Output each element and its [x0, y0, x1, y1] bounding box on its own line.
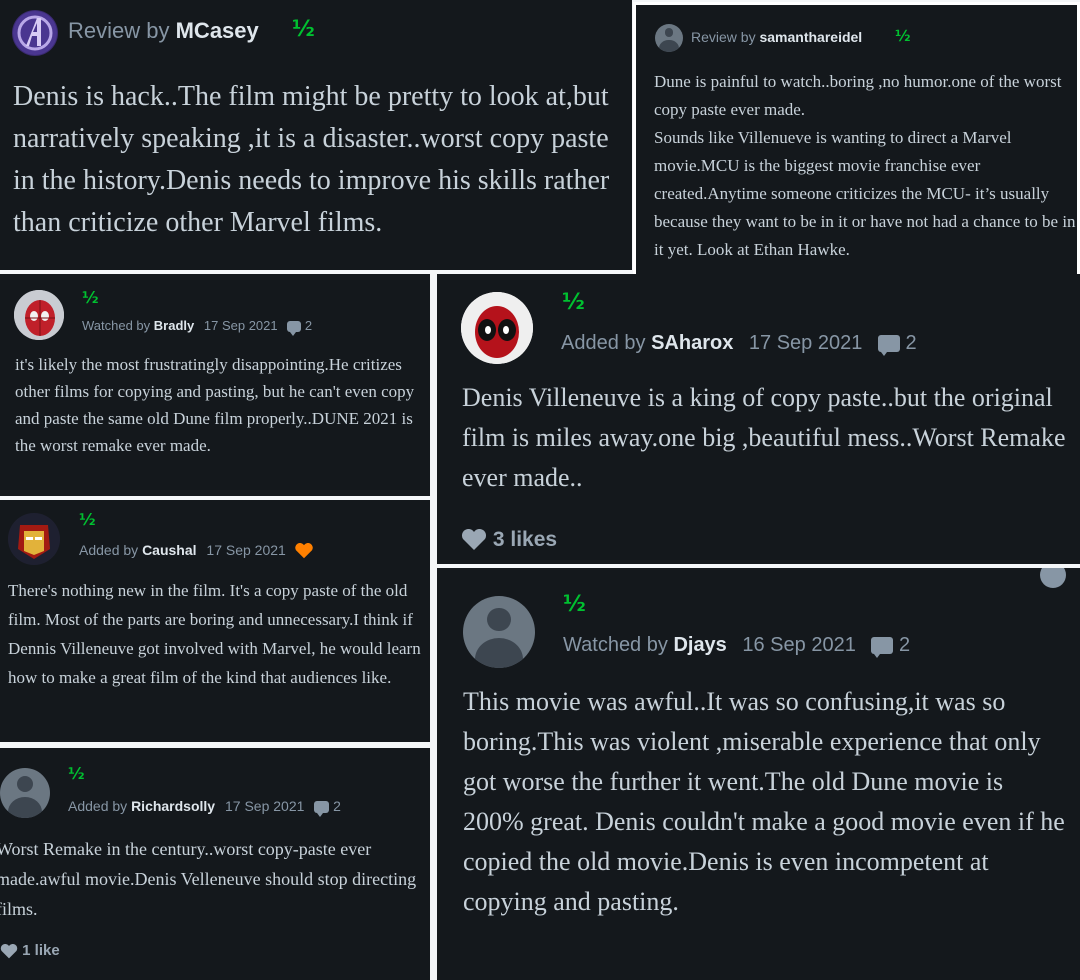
review-text: Dune is painful to watch..boring ,no hum…	[654, 72, 1076, 259]
username-link[interactable]: SAharox	[651, 332, 733, 354]
byline-prefix: Added by	[79, 542, 139, 558]
review-byline: Added by Caushal 17 Sep 2021	[79, 542, 314, 559]
username-link[interactable]: Bradly	[154, 318, 194, 333]
rating: ½	[563, 592, 586, 617]
review-date[interactable]: 17 Sep 2021	[206, 542, 285, 558]
rating: ½	[292, 17, 315, 42]
review-card-djays: ½ Watched by Djays 16 Sep 2021 2 This mo…	[437, 568, 1080, 980]
review-card-richardsolly: ½ Added by Richardsolly 17 Sep 2021 2 Wo…	[0, 748, 430, 980]
review-text: Worst Remake in the century..worst copy-…	[0, 839, 417, 919]
review-text: There's nothing new in the film. It's a …	[8, 581, 421, 687]
comment-icon[interactable]	[871, 637, 894, 659]
review-byline: Watched by Bradly 17 Sep 2021 2	[82, 318, 312, 337]
rating: ½	[562, 290, 585, 315]
likes-label: 1 like	[22, 942, 60, 959]
review-text: This movie was awful..It was so confusin…	[463, 687, 1065, 916]
avatar-caushal[interactable]	[8, 513, 60, 565]
likes-count[interactable]: 3 likes	[461, 528, 557, 552]
rating: ½	[82, 288, 99, 307]
review-byline: Review by samanthareidel	[691, 29, 862, 45]
heart-icon[interactable]	[461, 529, 487, 551]
comment-icon[interactable]	[877, 335, 900, 357]
username-link[interactable]: MCasey	[176, 18, 259, 43]
comment-icon[interactable]	[314, 801, 330, 818]
review-card-saharox: ½ Added by SAharox 17 Sep 2021 2 Denis V…	[437, 274, 1080, 564]
heart-icon[interactable]	[0, 943, 18, 959]
review-text: Denis is hack..The film might be pretty …	[13, 81, 610, 238]
scroll-handle-icon[interactable]	[1040, 568, 1066, 588]
review-date[interactable]: 17 Sep 2021	[225, 798, 304, 814]
review-card-samanthareidel: Review by samanthareidel ½ Dune is painf…	[633, 2, 1080, 316]
comment-icon[interactable]	[287, 321, 302, 337]
avatar-bradly[interactable]	[14, 290, 64, 340]
likes-count[interactable]: 1 like	[0, 942, 60, 959]
ironman-avatar-icon	[8, 513, 60, 565]
byline-prefix: Watched by	[82, 318, 151, 333]
byline-prefix: Review by	[68, 18, 170, 43]
byline-prefix: Review by	[691, 29, 756, 45]
deadpool-avatar-icon	[461, 292, 533, 364]
review-date[interactable]: 17 Sep 2021	[749, 332, 862, 354]
review-date[interactable]: 16 Sep 2021	[742, 634, 855, 656]
review-byline: Added by SAharox 17 Sep 2021 2	[561, 332, 917, 357]
spiderman-avatar-icon	[14, 290, 64, 340]
avengers-logo-icon	[13, 11, 57, 55]
avatar-saharox[interactable]	[461, 292, 533, 364]
review-card-bradly: ½ Watched by Bradly 17 Sep 2021 2 it's l…	[0, 274, 430, 496]
review-text: it's likely the most frustratingly disap…	[15, 355, 415, 455]
avatar-mcasey[interactable]	[12, 10, 58, 56]
rating: ½	[79, 510, 96, 529]
review-text: Denis Villeneuve is a king of copy paste…	[462, 383, 1066, 492]
review-byline: Added by Richardsolly 17 Sep 2021 2	[68, 798, 341, 818]
avatar-djays[interactable]	[463, 596, 535, 668]
review-date[interactable]: 17 Sep 2021	[204, 318, 278, 333]
comment-count[interactable]: 2	[899, 634, 910, 656]
comment-count[interactable]: 2	[305, 318, 312, 333]
byline-prefix: Watched by	[563, 634, 668, 656]
comment-count[interactable]: 2	[333, 798, 341, 814]
username-link[interactable]: Caushal	[142, 542, 196, 558]
rating: ½	[895, 27, 911, 45]
avatar-richardsolly[interactable]	[0, 768, 50, 818]
username-link[interactable]: Richardsolly	[131, 798, 215, 814]
likes-label: 3 likes	[492, 528, 558, 551]
username-link[interactable]: samanthareidel	[759, 29, 862, 45]
review-byline: Watched by Djays 16 Sep 2021 2	[563, 634, 910, 659]
avatar-samanthareidel[interactable]	[655, 24, 683, 52]
rating: ½	[68, 764, 85, 783]
review-byline: Review by MCasey	[68, 18, 259, 44]
comment-count[interactable]: 2	[905, 332, 916, 354]
byline-prefix: Added by	[68, 798, 128, 814]
username-link[interactable]: Djays	[673, 634, 726, 656]
review-card-mcasey: Review by MCasey ½ Denis is hack..The fi…	[0, 0, 632, 270]
liked-heart-icon[interactable]	[294, 543, 314, 559]
review-card-caushal: ½ Added by Caushal 17 Sep 2021 There's n…	[0, 500, 430, 742]
byline-prefix: Added by	[561, 332, 646, 354]
